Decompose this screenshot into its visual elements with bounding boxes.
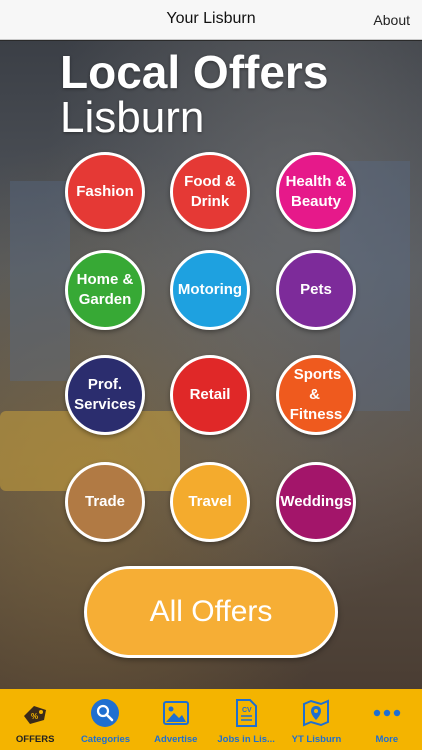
category-label: Pets <box>300 281 332 298</box>
category-label: Sports & <box>293 366 342 403</box>
page-subtitle: Lisburn <box>60 93 205 142</box>
tab-label: YT Lisburn <box>291 734 342 745</box>
page-title: Local Offers <box>60 46 329 98</box>
search-icon <box>90 698 120 728</box>
nav-title: Your Lisburn <box>166 10 256 27</box>
category-label: Prof. <box>87 376 123 393</box>
image-icon <box>161 698 191 728</box>
tab-offers[interactable]: % OFFERS <box>0 689 70 750</box>
category-home-garden-button[interactable]: Home & Garden <box>65 250 145 330</box>
tab-advertise[interactable]: Advertise <box>141 689 211 750</box>
category-label: Fashion <box>76 183 134 200</box>
all-offers-button[interactable]: All Offers <box>84 566 338 658</box>
svg-text:%: % <box>31 712 38 721</box>
category-label: Health & <box>285 173 347 190</box>
category-label: Fitness <box>289 406 343 423</box>
category-label: Food & <box>184 173 236 190</box>
about-button[interactable]: About <box>373 12 410 28</box>
category-label: Drink <box>190 193 230 210</box>
cv-document-icon: CV <box>231 698 261 728</box>
category-label: Services <box>74 396 136 413</box>
category-label: Weddings <box>280 493 352 510</box>
svg-text:CV: CV <box>242 707 252 714</box>
tab-jobs[interactable]: CV Jobs in Lis... <box>211 689 281 750</box>
more-dots-icon <box>372 698 402 728</box>
category-motoring-button[interactable]: Motoring <box>170 250 250 330</box>
tab-categories[interactable]: Categories <box>70 689 140 750</box>
category-prof-services-button[interactable]: Prof. Services <box>65 355 145 435</box>
category-label: Retail <box>189 386 231 403</box>
category-health-beauty-button[interactable]: Health & Beauty <box>276 152 356 232</box>
category-sports-fitness-button[interactable]: Sports & Fitness <box>276 355 356 435</box>
tab-label: More <box>375 734 399 745</box>
tab-label: Advertise <box>154 734 198 745</box>
tab-label: OFFERS <box>15 734 55 745</box>
navigation-bar: Your Lisburn About <box>0 0 422 40</box>
category-trade-button[interactable]: Trade <box>65 462 145 542</box>
category-pets-button[interactable]: Pets <box>276 250 356 330</box>
category-label: Home & <box>76 271 134 288</box>
tab-bar: % OFFERS Categories Advertise CV Jobs in… <box>0 689 422 750</box>
category-label: Travel <box>188 493 232 510</box>
category-label: Trade <box>84 493 126 510</box>
tab-more[interactable]: More <box>352 689 422 750</box>
category-label: Motoring <box>177 281 243 298</box>
category-food-drink-button[interactable]: Food & Drink <box>170 152 250 232</box>
offers-tag-icon: % <box>20 698 50 728</box>
category-label: Garden <box>78 291 132 308</box>
tab-label: Jobs in Lis... <box>217 734 275 745</box>
category-label: Beauty <box>290 193 342 210</box>
category-fashion-button[interactable]: Fashion <box>65 152 145 232</box>
category-weddings-button[interactable]: Weddings <box>276 462 356 542</box>
tab-yt-lisburn[interactable]: YT Lisburn <box>281 689 351 750</box>
clothing-rack <box>10 181 70 381</box>
category-retail-button[interactable]: Retail <box>170 355 250 435</box>
category-travel-button[interactable]: Travel <box>170 462 250 542</box>
map-pin-icon <box>301 698 331 728</box>
tab-label: Categories <box>80 734 131 745</box>
